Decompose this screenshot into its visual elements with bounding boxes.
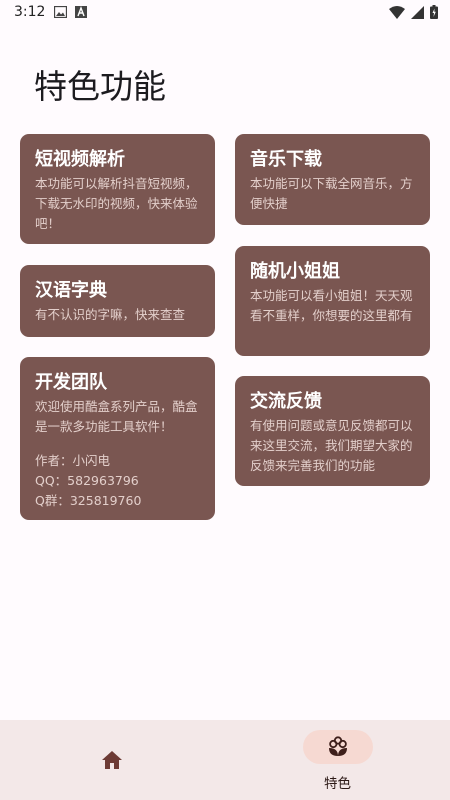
status-bar: 3:12 xyxy=(0,0,450,26)
video-parse-card[interactable]: 短视频解析 本功能可以解析抖音短视频，下载无水印的视频，快来体验吧！ xyxy=(20,134,215,244)
signal-icon xyxy=(411,5,424,19)
card-title: 短视频解析 xyxy=(35,149,125,170)
status-time: 3:12 xyxy=(14,4,46,20)
status-system-icons xyxy=(389,5,438,19)
nav-label-features: 特色 xyxy=(324,776,351,792)
wifi-icon xyxy=(389,5,405,19)
card-title: 汉语字典 xyxy=(35,280,107,301)
card-description: 有使用问题或意见反馈都可以来这里交流，我们期望大家的反馈来完善我们的功能 xyxy=(250,418,413,473)
status-notifications xyxy=(54,6,87,18)
page-title: 特色功能 xyxy=(34,67,166,106)
nav-item-home[interactable] xyxy=(0,720,225,800)
bottom-nav: 特色 xyxy=(0,720,450,800)
card-description: 本功能可以下载全网音乐，方便快捷 xyxy=(250,176,413,211)
a-notification-icon xyxy=(75,6,87,18)
author-line: 作者：小闪电 xyxy=(35,453,111,468)
dev-team-card[interactable]: 开发团队 欢迎使用酷盒系列产品，酷盒是一款多功能工具软件！ 作者：小闪电 QQ：… xyxy=(20,357,215,520)
flower-icon xyxy=(329,736,347,756)
card-description: 本功能可以看小姐姐！天天观看不重样，你想要的这里都有 xyxy=(250,288,413,323)
battery-icon xyxy=(430,5,438,19)
card-description: 本功能可以解析抖音短视频，下载无水印的视频，快来体验吧！ xyxy=(35,176,198,231)
music-download-card[interactable]: 音乐下载 本功能可以下载全网音乐，方便快捷 xyxy=(235,134,430,225)
card-title: 交流反馈 xyxy=(250,391,322,412)
home-icon xyxy=(102,751,122,769)
card-title: 音乐下载 xyxy=(250,149,322,170)
image-icon xyxy=(54,6,67,18)
card-title: 随机小姐姐 xyxy=(250,261,340,282)
qq-group-line: Q群：325819760 xyxy=(35,493,142,508)
qq-line: QQ：582963796 xyxy=(35,473,139,488)
card-description: 有不认识的字嘛，快来查查 xyxy=(35,307,186,322)
card-title: 开发团队 xyxy=(35,372,107,393)
nav-item-features[interactable]: 特色 xyxy=(225,720,450,800)
dictionary-card[interactable]: 汉语字典 有不认识的字嘛，快来查查 xyxy=(20,265,215,337)
random-girl-card[interactable]: 随机小姐姐 本功能可以看小姐姐！天天观看不重样，你想要的这里都有 xyxy=(235,246,430,356)
feedback-card[interactable]: 交流反馈 有使用问题或意见反馈都可以来这里交流，我们期望大家的反馈来完善我们的功… xyxy=(235,376,430,486)
card-description: 欢迎使用酷盒系列产品，酷盒是一款多功能工具软件！ xyxy=(35,399,198,434)
